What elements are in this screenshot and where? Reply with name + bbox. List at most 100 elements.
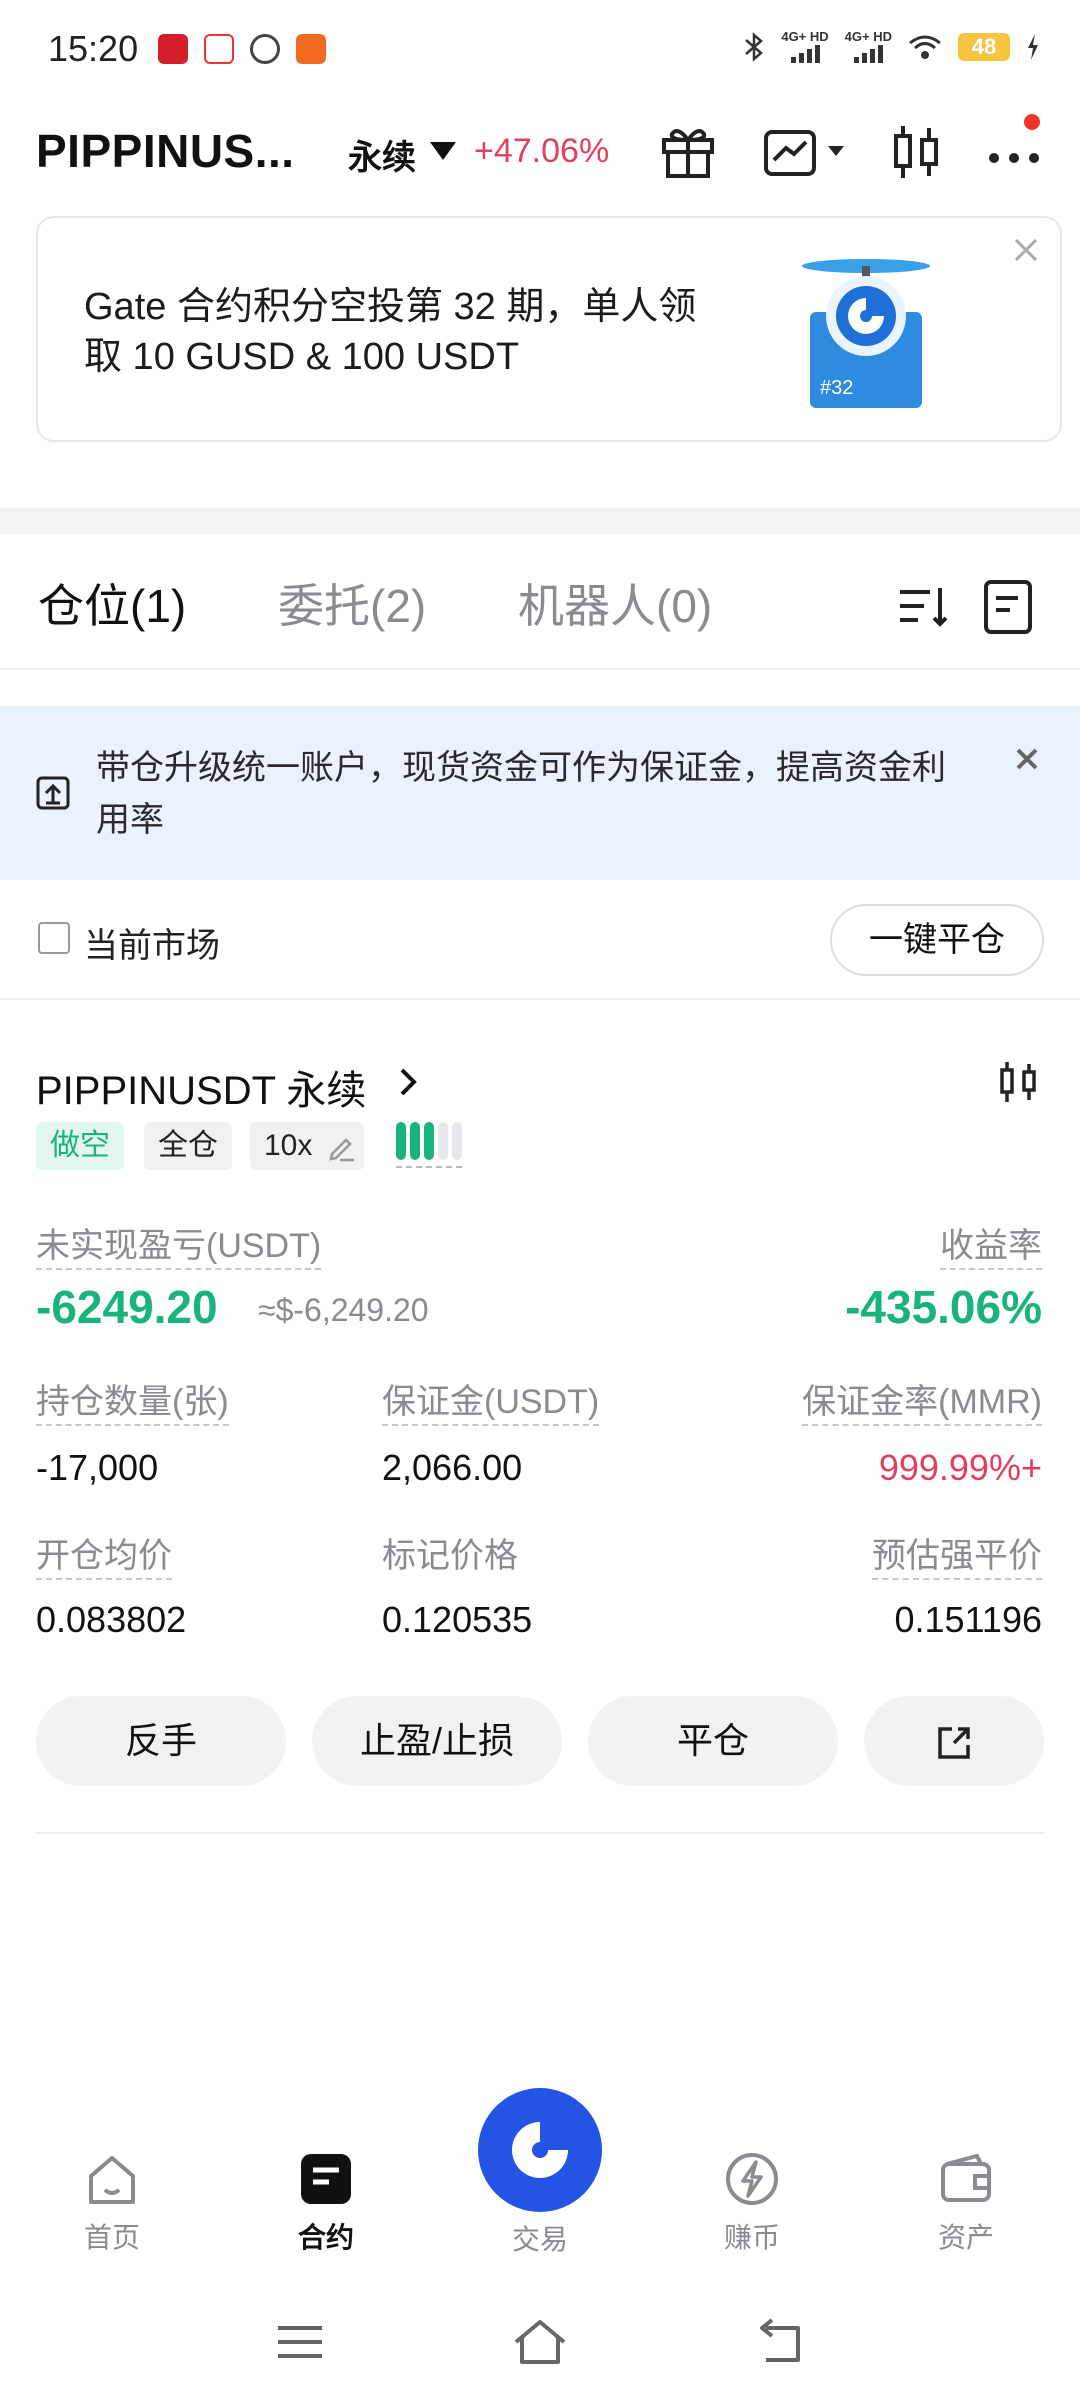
tab-orders[interactable]: 委托(2) <box>278 570 426 636</box>
earn-icon <box>726 2153 778 2205</box>
liquidation-price-label[interactable]: 预估强平价 <box>872 1536 1042 1580</box>
close-position-button[interactable]: 平仓 <box>588 1696 838 1786</box>
notice-text: 带仓升级统一账户，现货资金可作为保证金，提高资金利用率 <box>96 749 946 839</box>
nav-assets[interactable]: 资产 <box>896 2150 1036 2256</box>
charging-icon <box>1028 33 1038 60</box>
chart-toggle-icon[interactable] <box>760 120 856 184</box>
app-notification-icon <box>158 34 188 64</box>
promo-banner[interactable]: Gate 合约积分空投第 32 期，单人领取 10 GUSD & 100 USD… <box>36 216 1062 442</box>
tab-positions[interactable]: 仓位(1) <box>38 570 186 636</box>
nav-home[interactable]: 首页 <box>42 2150 182 2256</box>
nav-trade-label[interactable]: 交易 <box>470 2218 610 2258</box>
notification-dot <box>1024 114 1040 130</box>
mark-price-label: 标记价格 <box>382 1537 518 1575</box>
liquidation-price-value: 0.151196 <box>894 1599 1042 1640</box>
tpsl-button[interactable]: 止盈/止损 <box>312 1696 562 1786</box>
risk-segment <box>438 1122 448 1160</box>
margin-mode-tag: 全仓 <box>144 1122 232 1170</box>
side-tag: 做空 <box>36 1122 124 1170</box>
risk-level-indicator[interactable] <box>396 1122 462 1168</box>
card-divider <box>36 1832 1044 1834</box>
candlestick-icon[interactable] <box>994 1058 1042 1106</box>
status-notification-icons <box>158 34 326 64</box>
price-change: +47.06% <box>474 132 610 170</box>
signal-1: 4G+ HD <box>781 29 829 63</box>
position-tabs: 仓位(1) 委托(2) 机器人(0) <box>0 560 1080 670</box>
nav-earn[interactable]: 赚币 <box>682 2150 822 2256</box>
menu-icon[interactable] <box>270 2312 330 2372</box>
nav-futures[interactable]: 合约 <box>256 2150 396 2256</box>
unrealized-pnl-usd: ≈$-6,249.20 <box>258 1292 429 1328</box>
battery-indicator: 48 <box>958 32 1010 61</box>
wifi-icon <box>909 35 941 59</box>
roi-value: -435.06% <box>845 1281 1042 1333</box>
back-icon[interactable] <box>750 2312 810 2372</box>
close-icon[interactable] <box>1012 744 1042 774</box>
position-card: PIPPINUSDT 永续 做空 全仓 10x 未实现盈亏(USDT) 收益率 … <box>0 1030 1080 1840</box>
roi-label[interactable]: 收益率 <box>940 1226 1042 1270</box>
pair-selector[interactable]: PIPPINUS... <box>36 124 295 178</box>
filter-row: 当前市场 一键平仓 <box>0 900 1080 1000</box>
signal-1-label: 4G+ HD <box>781 29 829 44</box>
promo-badge: #32 <box>820 377 853 399</box>
market-header: PIPPINUS... 永续 +47.06% <box>0 110 1080 190</box>
current-market-label[interactable]: 当前市场 <box>84 918 220 967</box>
current-market-checkbox[interactable] <box>38 922 70 954</box>
bluetooth-icon <box>745 31 764 62</box>
risk-segment <box>410 1122 420 1160</box>
margin-value: 2,066.00 <box>382 1447 523 1488</box>
trade-fab-button[interactable] <box>478 2088 602 2212</box>
home-icon <box>89 2156 135 2204</box>
close-icon[interactable] <box>1006 230 1046 270</box>
close-all-button[interactable]: 一键平仓 <box>830 904 1044 976</box>
mmr-value: 999.99%+ <box>878 1447 1042 1488</box>
promo-text: Gate 合约积分空投第 32 期，单人领取 10 GUSD & 100 USD… <box>84 286 697 378</box>
wallet-icon <box>941 2153 991 2202</box>
sort-icon[interactable] <box>894 576 954 636</box>
signal-2: 4G+ HD <box>845 30 892 63</box>
share-icon <box>938 1727 970 1760</box>
caret-down-icon[interactable] <box>430 142 456 160</box>
status-time: 15:20 <box>48 28 139 69</box>
gate-logo-icon <box>512 2122 568 2178</box>
risk-segment <box>452 1122 462 1160</box>
document-icon[interactable] <box>978 576 1038 636</box>
more-icon[interactable] <box>982 120 1046 184</box>
unrealized-pnl-value: -6249.20 <box>36 1281 218 1333</box>
quantity-label[interactable]: 持仓数量(张) <box>36 1382 229 1426</box>
position-title[interactable]: PIPPINUSDT 永续 <box>36 1058 366 1116</box>
chevron-right-icon[interactable] <box>394 1064 422 1100</box>
edit-icon[interactable] <box>326 1132 356 1162</box>
signal-2-label: 4G+ HD <box>844 29 892 44</box>
upgrade-icon <box>36 776 70 810</box>
nav-home-label: 首页 <box>83 2222 140 2253</box>
margin-label[interactable]: 保证金(USDT) <box>382 1382 600 1426</box>
mmr-label[interactable]: 保证金率(MMR) <box>802 1382 1042 1426</box>
status-bar: 15:20 4G+ HD 4G+ HD 48 <box>0 0 1080 100</box>
futures-icon <box>301 2154 351 2204</box>
quantity-value: -17,000 <box>36 1447 159 1488</box>
unrealized-pnl-label[interactable]: 未实现盈亏(USDT) <box>36 1226 322 1270</box>
risk-segment <box>424 1122 434 1160</box>
nav-earn-label: 赚币 <box>723 2222 780 2253</box>
shop-notification-icon <box>296 34 326 64</box>
candlestick-icon[interactable] <box>884 120 948 184</box>
reverse-button[interactable]: 反手 <box>36 1696 286 1786</box>
status-indicators: 4G+ HD 4G+ HD 48 <box>743 30 1040 63</box>
nav-assets-label: 资产 <box>937 2222 994 2253</box>
entry-price-label[interactable]: 开仓均价 <box>36 1536 172 1580</box>
home-button-icon[interactable] <box>510 2312 570 2372</box>
risk-segment <box>396 1122 406 1160</box>
contract-type-selector[interactable]: 永续 <box>348 130 416 179</box>
upgrade-notice[interactable]: 带仓升级统一账户，现货资金可作为保证金，提高资金利用率 <box>0 706 1080 880</box>
mark-price-value: 0.120535 <box>382 1599 533 1640</box>
airdrop-illustration: #32 <box>802 259 930 408</box>
map-notification-icon <box>204 34 234 64</box>
system-navigation <box>0 2290 1080 2400</box>
nav-futures-label: 合约 <box>297 2222 354 2253</box>
entry-price-value: 0.083802 <box>36 1599 187 1640</box>
share-button[interactable] <box>864 1696 1044 1786</box>
tab-bots[interactable]: 机器人(0) <box>518 570 712 636</box>
gift-icon[interactable] <box>656 120 720 184</box>
section-divider <box>0 508 1080 534</box>
